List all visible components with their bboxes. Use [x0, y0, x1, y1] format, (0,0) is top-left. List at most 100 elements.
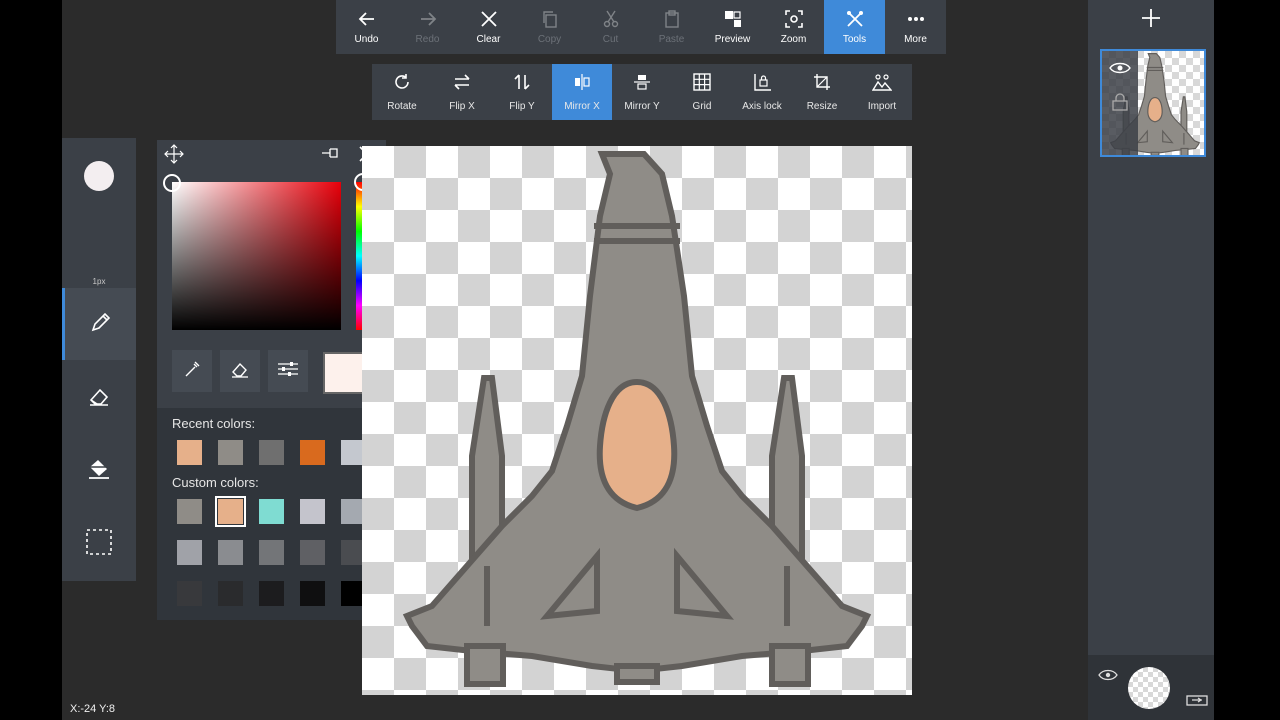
clear-button[interactable]: Clear [458, 0, 519, 54]
import-button[interactable]: Import [852, 64, 912, 120]
x-icon [479, 9, 499, 29]
mirror-y-icon [633, 73, 651, 96]
custom-color-swatch[interactable] [300, 540, 325, 565]
eyedropper-button[interactable] [172, 350, 212, 392]
color-tools-row [157, 350, 386, 396]
copy-icon [540, 9, 560, 29]
left-thruster [464, 643, 506, 687]
custom-color-swatch[interactable] [259, 581, 284, 606]
custom-color-swatch[interactable] [177, 581, 202, 606]
move-icon[interactable] [164, 144, 184, 169]
paste-icon [662, 9, 682, 29]
custom-color-swatch[interactable] [177, 499, 202, 524]
custom-color-swatch[interactable] [215, 496, 246, 527]
flip-x-button[interactable]: Flip X [432, 64, 492, 120]
cursor-coordinates: X:-24 Y:8 [70, 703, 116, 715]
flip-x-label: Flip X [449, 100, 475, 112]
recent-color-swatch[interactable] [259, 440, 284, 465]
resize-button[interactable]: Resize [792, 64, 852, 120]
recent-colors-label: Recent colors: [172, 416, 256, 431]
layers-panel [1088, 0, 1214, 720]
eraser-icon [87, 385, 111, 412]
mirror-y-button[interactable]: Mirror Y [612, 64, 672, 120]
ellipsis-icon [906, 9, 926, 29]
right-thruster [769, 643, 811, 687]
color-picker-panel: Recent colors: Custom colors: [157, 140, 386, 620]
fill-bucket-tool[interactable] [62, 435, 136, 507]
selection-tool[interactable] [62, 508, 136, 580]
eyedropper-icon [183, 360, 201, 383]
eye-icon[interactable] [1109, 61, 1131, 80]
axis-lock-button[interactable]: Axis lock [732, 64, 792, 120]
transparent-color-button[interactable] [220, 350, 260, 392]
custom-color-swatch[interactable] [259, 499, 284, 524]
grid-button[interactable]: Grid [672, 64, 732, 120]
flip-y-label: Flip Y [509, 100, 535, 112]
paste-label: Paste [658, 34, 685, 45]
preview-button[interactable]: Preview [702, 0, 763, 54]
more-button[interactable]: More [885, 0, 946, 54]
resize-label: Resize [806, 100, 838, 112]
lock-icon[interactable] [1112, 93, 1128, 116]
plus-icon [1141, 8, 1161, 33]
pin-icon[interactable] [321, 146, 341, 165]
flip-y-button[interactable]: Flip Y [492, 64, 552, 120]
layer-controls [1102, 51, 1138, 155]
rotate-button[interactable]: Rotate [372, 64, 432, 120]
cockpit [596, 378, 678, 512]
brush-size-tool[interactable] [62, 140, 136, 212]
add-layer-button[interactable] [1088, 0, 1214, 40]
selection-icon [86, 528, 112, 560]
recent-color-swatch[interactable] [218, 440, 243, 465]
zoom-icon [784, 9, 804, 29]
spaceship-sprite [402, 151, 872, 687]
redo-button[interactable]: Redo [397, 0, 458, 54]
custom-color-swatch[interactable] [259, 540, 284, 565]
saturation-value-handle[interactable] [163, 174, 181, 192]
recent-color-swatch[interactable] [300, 440, 325, 465]
brush-size-dot [84, 161, 114, 191]
custom-color-swatch[interactable] [218, 581, 243, 606]
eye-icon[interactable] [1098, 668, 1118, 686]
saturation-value-field[interactable] [172, 182, 341, 330]
current-color-swatch[interactable] [323, 352, 365, 394]
preview-icon [723, 9, 743, 29]
custom-color-swatch[interactable] [300, 581, 325, 606]
paste-button[interactable]: Paste [641, 0, 702, 54]
recent-color-swatch[interactable] [177, 440, 202, 465]
cut-label: Cut [602, 34, 619, 45]
tools-icon [845, 9, 865, 29]
pencil-tool[interactable] [62, 288, 136, 360]
background-color-swatch[interactable] [1128, 667, 1170, 709]
axis-lock-icon [753, 73, 771, 96]
pencil-icon [90, 311, 112, 338]
layer-thumbnail[interactable] [1100, 49, 1206, 157]
redo-arrow-icon [418, 9, 438, 29]
custom-color-swatch[interactable] [218, 540, 243, 565]
tools-label: Tools [842, 34, 867, 45]
custom-color-swatch[interactable] [177, 540, 202, 565]
clear-label: Clear [476, 34, 501, 45]
custom-color-swatch[interactable] [300, 499, 325, 524]
grid-label: Grid [692, 100, 712, 112]
drawing-canvas[interactable] [362, 146, 912, 695]
tools-button[interactable]: Tools [824, 0, 885, 54]
custom-colors-label: Custom colors: [172, 475, 259, 490]
app-window: Undo Redo Clear Copy Cut Paste Preview Z… [62, 0, 1214, 720]
zoom-button[interactable]: Zoom [763, 0, 824, 54]
eraser-tool[interactable] [62, 362, 136, 434]
spaceship-drawing [402, 151, 872, 687]
redo-label: Redo [415, 34, 440, 45]
mirror-x-button[interactable]: Mirror X [552, 64, 612, 120]
undo-label: Undo [354, 34, 379, 45]
rotate-icon [393, 73, 411, 96]
axis-lock-label: Axis lock [742, 100, 782, 112]
cut-button[interactable]: Cut [580, 0, 641, 54]
toolbox: 1px [62, 138, 136, 581]
resize-icon [813, 73, 831, 96]
merge-layer-icon[interactable] [1186, 693, 1208, 712]
color-adjust-button[interactable] [268, 350, 308, 392]
copy-button[interactable]: Copy [519, 0, 580, 54]
import-icon [871, 73, 893, 96]
undo-button[interactable]: Undo [336, 0, 397, 54]
